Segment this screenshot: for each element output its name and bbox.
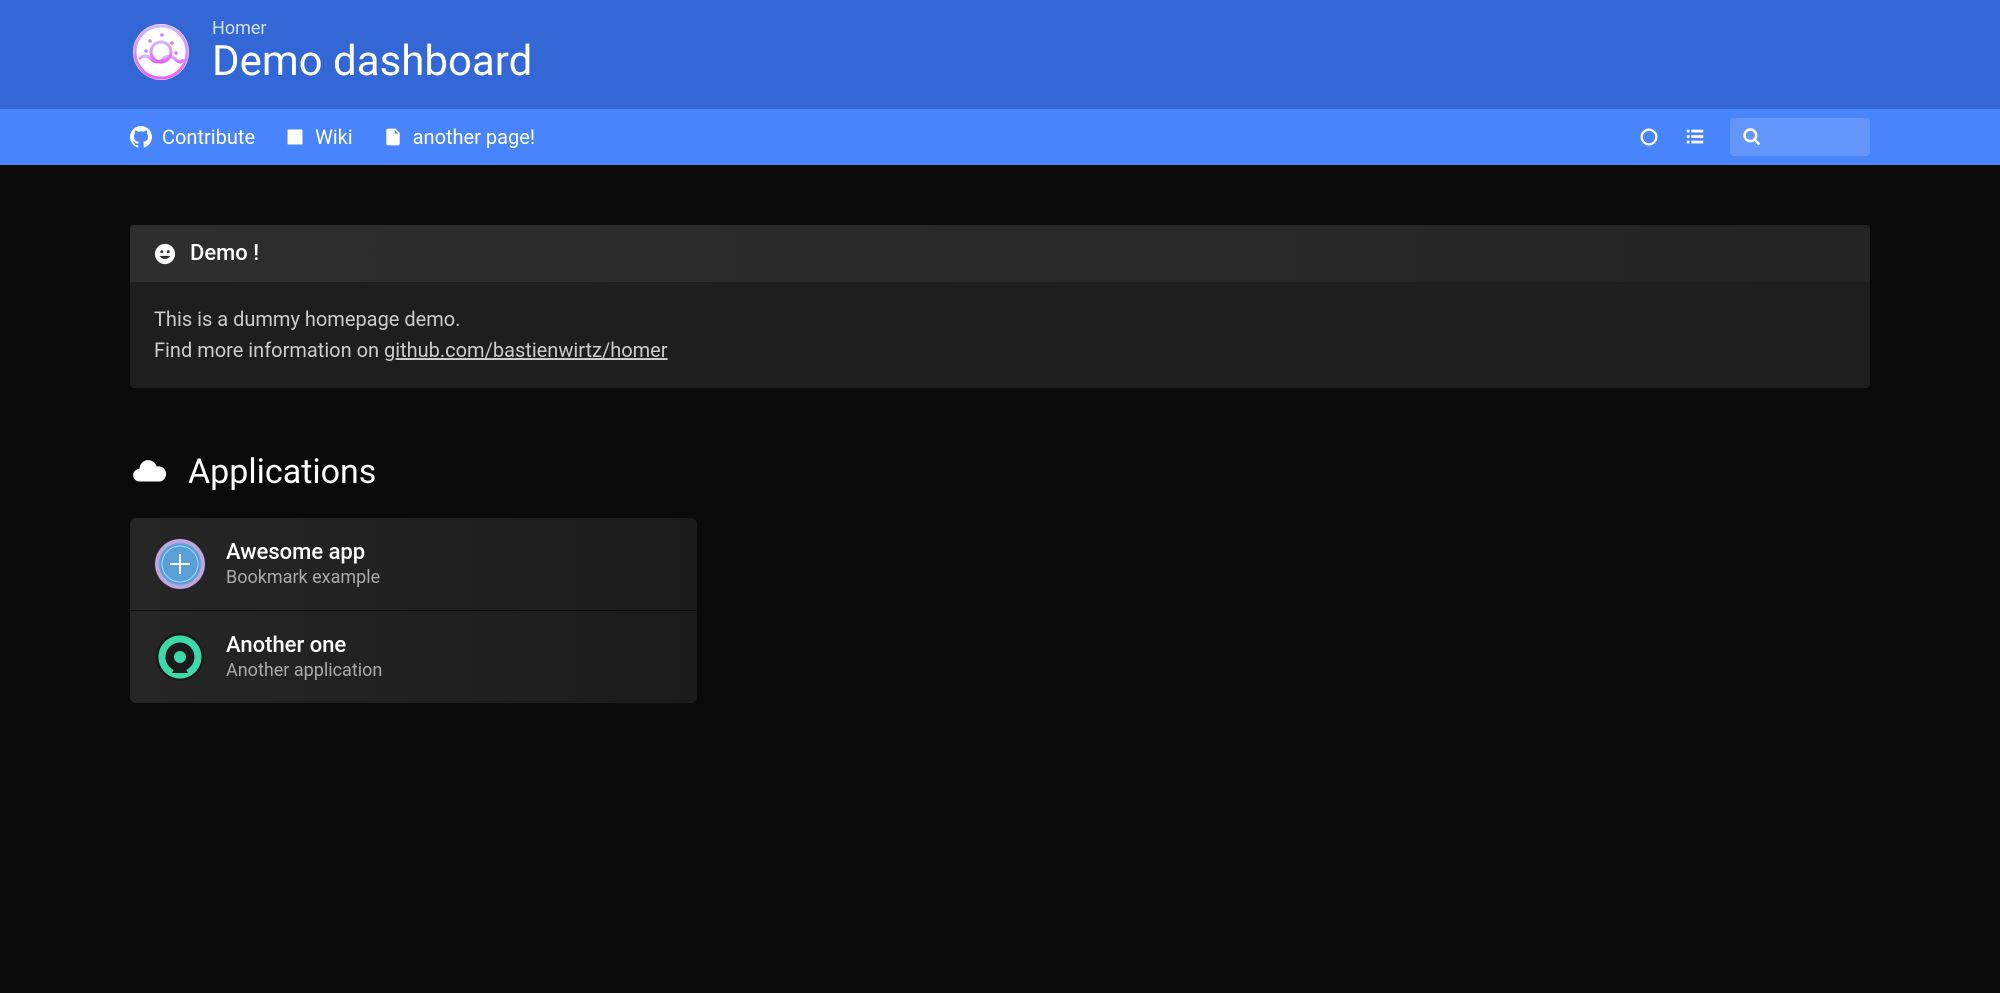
message-body: This is a dummy homepage demo. Find more… xyxy=(130,282,1870,388)
main-header: Homer Demo dashboard xyxy=(0,0,2000,109)
app-subtitle: Bookmark example xyxy=(226,567,380,588)
app-icon xyxy=(154,631,206,683)
app-card-another[interactable]: Another one Another application xyxy=(130,611,697,703)
search-input[interactable] xyxy=(1762,128,1858,146)
message-line: Find more information on github.com/bast… xyxy=(154,335,1846,366)
message-card: Demo ! This is a dummy homepage demo. Fi… xyxy=(130,225,1870,388)
logo-icon xyxy=(130,21,192,83)
search-input-wrap[interactable] xyxy=(1730,118,1870,156)
nav-link-wiki[interactable]: Wiki xyxy=(285,125,353,149)
section-title: Applications xyxy=(130,452,1870,492)
page-title: Demo dashboard xyxy=(212,39,532,85)
app-icon xyxy=(154,538,206,590)
layout-toggle-button[interactable] xyxy=(1684,126,1706,148)
book-icon xyxy=(285,127,305,147)
nav-link-another[interactable]: another page! xyxy=(383,125,535,149)
app-title: Awesome app xyxy=(226,540,380,565)
message-link[interactable]: github.com/bastienwirtz/homer xyxy=(384,338,668,362)
section-title-text: Applications xyxy=(188,452,376,492)
app-card-awesome[interactable]: Awesome app Bookmark example xyxy=(130,518,697,611)
cloud-icon xyxy=(130,453,168,491)
nav-link-label: Wiki xyxy=(315,125,353,149)
github-icon xyxy=(130,126,152,148)
app-subtitle: Another application xyxy=(226,660,382,681)
nav-link-label: another page! xyxy=(413,125,535,149)
grin-icon xyxy=(154,243,176,265)
search-icon xyxy=(1742,127,1762,147)
theme-toggle-button[interactable] xyxy=(1638,126,1660,148)
message-line: This is a dummy homepage demo. xyxy=(154,304,1846,335)
message-title: Demo ! xyxy=(190,241,259,266)
nav-link-contribute[interactable]: Contribute xyxy=(130,125,255,149)
navbar: Contribute Wiki another page! xyxy=(0,109,2000,165)
nav-link-label: Contribute xyxy=(162,125,255,149)
file-icon xyxy=(383,127,403,147)
app-name: Homer xyxy=(212,18,532,39)
app-title: Another one xyxy=(226,633,382,658)
